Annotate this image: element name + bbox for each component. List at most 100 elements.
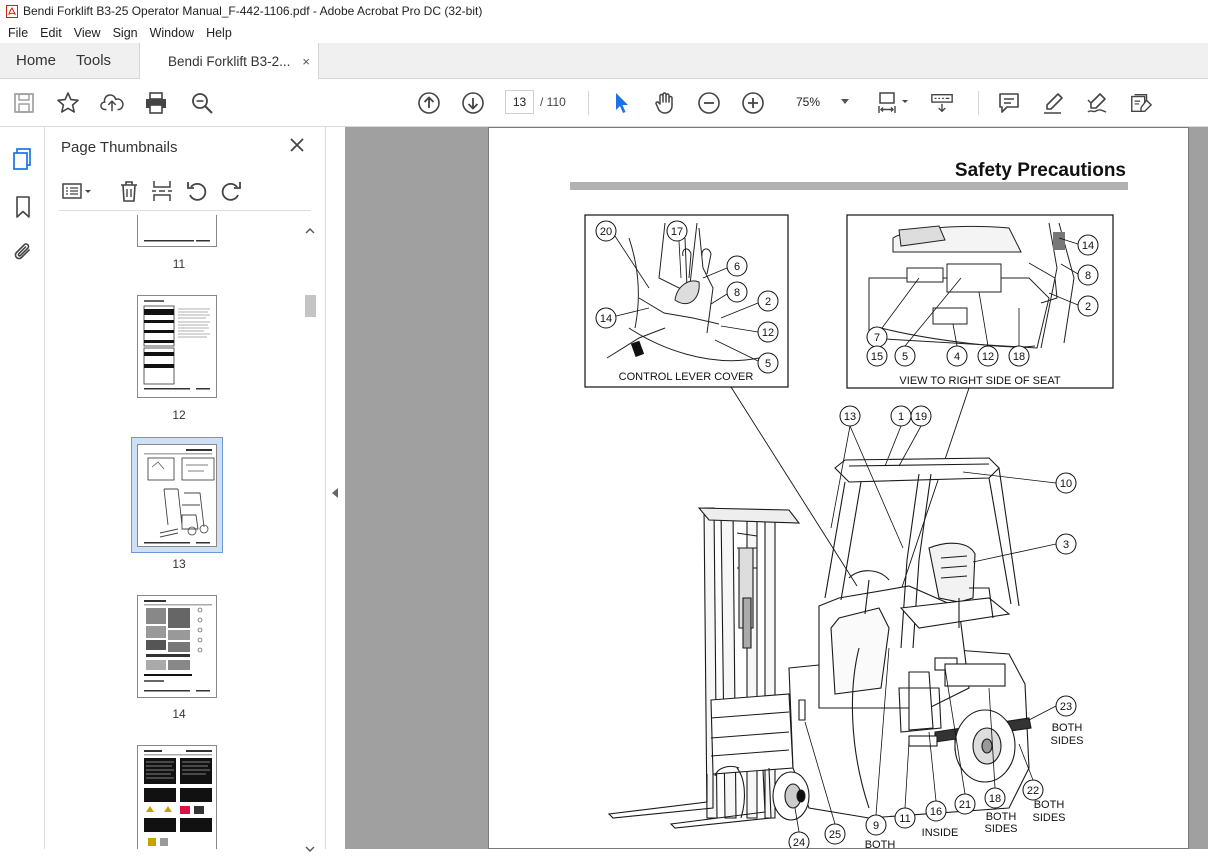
callout-label: 19 bbox=[915, 411, 927, 423]
select-cursor-icon[interactable] bbox=[609, 91, 633, 115]
scroll-up-icon[interactable] bbox=[305, 223, 315, 234]
callout-label: 11 bbox=[899, 813, 910, 825]
callout-label: 8 bbox=[734, 287, 740, 299]
panel-splitter[interactable] bbox=[325, 127, 345, 849]
callout-label: 21 bbox=[959, 799, 971, 811]
next-page-icon[interactable] bbox=[461, 91, 485, 115]
thumbnail-toolbar bbox=[59, 175, 311, 211]
callout-label: 17 bbox=[671, 226, 683, 238]
forklift-safety-label-diagram: 20 17 6 8 2 14 12 5 CONTROL LEVER COVER bbox=[584, 214, 1114, 849]
menu-file[interactable]: File bbox=[8, 26, 28, 40]
rotate-counterclockwise-icon[interactable] bbox=[185, 179, 209, 203]
note-both-sides: BOTH bbox=[1052, 722, 1083, 734]
edit-pdf-icon[interactable] bbox=[1129, 91, 1153, 115]
note-both-sides: BOTH bbox=[1034, 799, 1065, 811]
note-both: BOTH bbox=[865, 839, 896, 849]
callout-label: 10 bbox=[1060, 478, 1072, 490]
page-thumbnails-panel: Page Thumbnails × 11 bbox=[45, 127, 325, 852]
thumbnail-page-number: 11 bbox=[172, 257, 186, 271]
page-thumbnail-11[interactable] bbox=[137, 215, 217, 247]
page-thumbnail-14[interactable] bbox=[137, 595, 217, 698]
attachment-paperclip-icon[interactable] bbox=[11, 240, 35, 264]
previous-page-icon[interactable] bbox=[417, 91, 441, 115]
toolbar-divider bbox=[978, 91, 979, 115]
sign-icon[interactable] bbox=[1085, 91, 1109, 115]
page-number-input[interactable]: 13 bbox=[505, 90, 534, 114]
comment-icon[interactable] bbox=[997, 91, 1021, 115]
pdf-page: Safety Precautions 20 17 6 8 2 14 12 5 C… bbox=[488, 127, 1189, 849]
print-icon[interactable] bbox=[144, 91, 168, 115]
thumbnail-list: 11 12 13 14 bbox=[59, 215, 299, 849]
zoom-out-icon[interactable] bbox=[697, 91, 721, 115]
callout-label: 15 bbox=[871, 351, 883, 363]
main-toolbar: 13 / 110 75% bbox=[0, 79, 1208, 127]
page-thumbnail-12[interactable] bbox=[137, 295, 217, 398]
save-icon[interactable] bbox=[12, 91, 36, 115]
scrollbar-thumb[interactable] bbox=[305, 295, 316, 317]
bookmark-icon[interactable] bbox=[11, 195, 35, 219]
callout-label: 5 bbox=[765, 358, 771, 370]
page-thumbnail-13[interactable] bbox=[137, 444, 217, 547]
callout-label: 12 bbox=[982, 351, 994, 363]
note-both-sides: SIDES bbox=[1032, 812, 1065, 824]
callout-label: 14 bbox=[600, 313, 612, 325]
callout-label: 18 bbox=[1013, 351, 1025, 363]
note-both-sides: SIDES bbox=[984, 823, 1017, 835]
page-thumbnails-icon[interactable] bbox=[11, 147, 35, 171]
page-total: / 110 bbox=[540, 95, 566, 109]
tab-home[interactable]: Home bbox=[0, 43, 72, 78]
callout-label: 24 bbox=[793, 837, 805, 849]
highlight-pen-icon[interactable] bbox=[1041, 91, 1065, 115]
hand-tool-icon[interactable] bbox=[653, 91, 677, 115]
document-viewer[interactable]: Safety Precautions 20 17 6 8 2 14 12 5 C… bbox=[345, 127, 1208, 849]
menu-help[interactable]: Help bbox=[206, 26, 232, 40]
close-icon[interactable]: × bbox=[288, 136, 306, 154]
extract-pages-icon[interactable] bbox=[150, 179, 174, 203]
window-title: Bendi Forklift B3-25 Operator Manual_F-4… bbox=[23, 4, 483, 18]
tab-document-label: Bendi Forklift B3-2... bbox=[168, 54, 291, 69]
callout-label: 22 bbox=[1027, 785, 1039, 797]
menu-bar: File Edit View Sign Window Help bbox=[0, 22, 1208, 43]
tab-tools[interactable]: Tools bbox=[72, 43, 127, 78]
callout-label: 8 bbox=[1085, 270, 1091, 282]
star-icon[interactable] bbox=[56, 91, 80, 115]
callout-label: 6 bbox=[734, 261, 740, 273]
note-both-sides: SIDES bbox=[1050, 735, 1083, 747]
callout-label: 25 bbox=[829, 829, 841, 841]
delete-trash-icon[interactable] bbox=[117, 179, 141, 203]
scroll-down-icon[interactable] bbox=[305, 841, 315, 852]
menu-sign[interactable]: Sign bbox=[113, 26, 138, 40]
zoom-in-icon[interactable] bbox=[741, 91, 765, 115]
toolbar-divider bbox=[588, 91, 589, 115]
thumbnail-scrollbar[interactable] bbox=[303, 219, 317, 852]
tab-document[interactable]: Bendi Forklift B3-2... × bbox=[139, 43, 320, 80]
callout-label: 20 bbox=[600, 226, 612, 238]
thumbnail-page-number: 14 bbox=[172, 707, 186, 721]
thumbnail-options-icon[interactable] bbox=[61, 179, 95, 203]
keyboard-scroll-icon[interactable] bbox=[930, 91, 954, 115]
zoom-level-select[interactable]: 75% bbox=[782, 90, 857, 114]
panel-title: Page Thumbnails bbox=[61, 139, 178, 156]
callout-label: 23 bbox=[1060, 701, 1072, 713]
inset-right-caption: VIEW TO RIGHT SIDE OF SEAT bbox=[899, 375, 1060, 387]
fit-page-icon[interactable] bbox=[876, 91, 912, 115]
callout-label: 1 bbox=[898, 411, 904, 423]
callout-label: 2 bbox=[1085, 301, 1091, 313]
menu-view[interactable]: View bbox=[74, 26, 101, 40]
zoom-search-icon[interactable] bbox=[190, 91, 214, 115]
tab-close-button[interactable]: × bbox=[302, 54, 310, 69]
callout-label: 2 bbox=[765, 296, 771, 308]
callout-label: 4 bbox=[954, 351, 960, 363]
rotate-clockwise-icon[interactable] bbox=[219, 179, 243, 203]
chevron-down-icon bbox=[841, 99, 849, 104]
thumbnail-page-number: 13 bbox=[172, 557, 186, 571]
menu-edit[interactable]: Edit bbox=[40, 26, 62, 40]
page-thumbnail-15[interactable] bbox=[137, 745, 217, 849]
acrobat-pdf-icon bbox=[6, 4, 18, 18]
callout-label: 18 bbox=[989, 793, 1001, 805]
collapse-panel-arrow-icon[interactable] bbox=[332, 488, 338, 498]
cloud-upload-icon[interactable] bbox=[100, 91, 124, 115]
inset-left-caption: CONTROL LEVER COVER bbox=[619, 371, 754, 383]
callout-label: 13 bbox=[844, 411, 856, 423]
menu-window[interactable]: Window bbox=[150, 26, 194, 40]
